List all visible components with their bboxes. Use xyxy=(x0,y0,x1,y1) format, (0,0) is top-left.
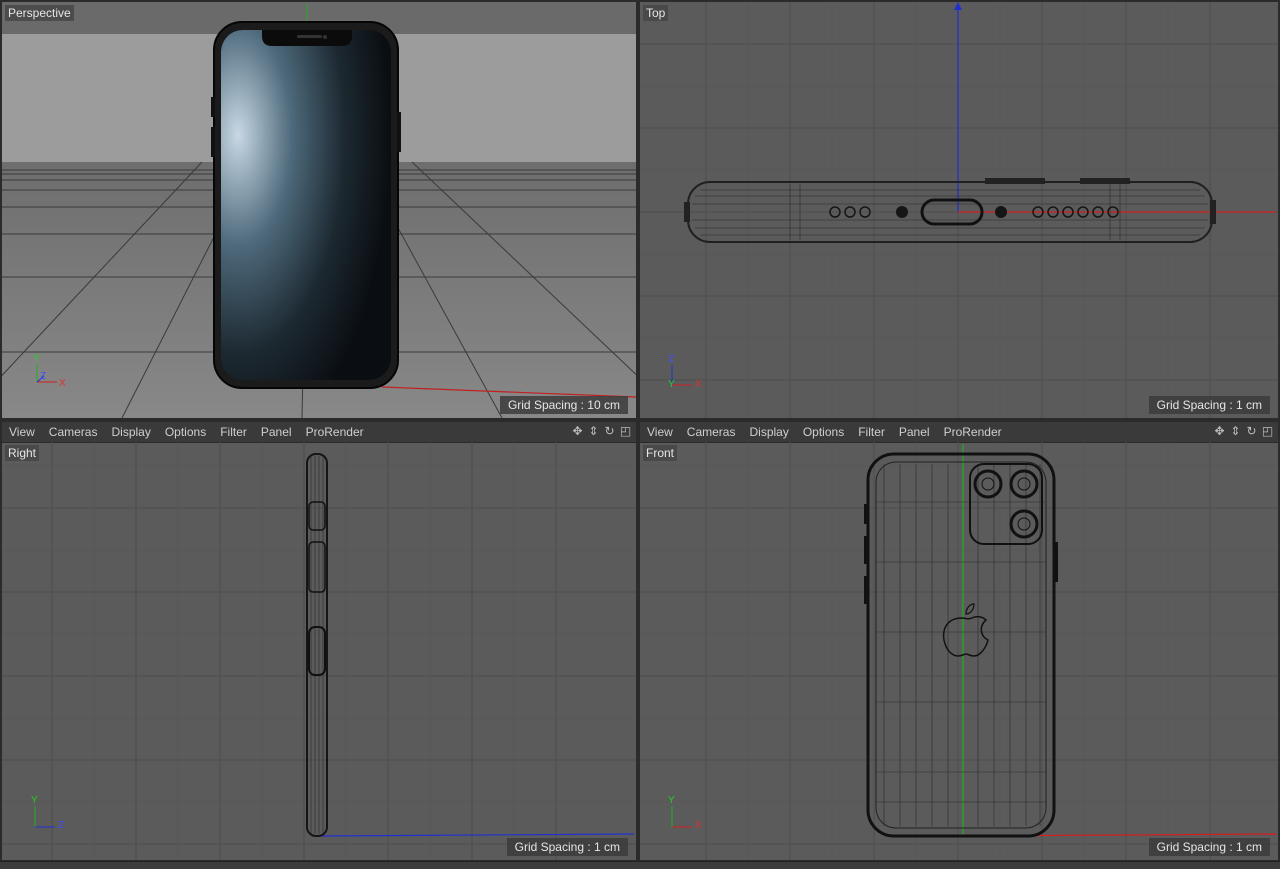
axis-label-x: X xyxy=(695,379,702,390)
grid-spacing-label: Grid Spacing : 1 cm xyxy=(506,838,628,856)
axis-label-y: Y xyxy=(31,795,38,806)
menu-cameras[interactable]: Cameras xyxy=(42,425,105,439)
axis-label-z: Z xyxy=(58,820,65,831)
maximize-icon[interactable]: ◰ xyxy=(1261,424,1274,438)
menu-options[interactable]: Options xyxy=(796,425,851,439)
grid-spacing-label: Grid Spacing : 1 cm xyxy=(1148,396,1270,414)
viewport-menubar: View Cameras Display Options Filter Pane… xyxy=(640,422,1278,443)
viewport-perspective[interactable]: Perspective Y Z X Grid Spacing : 10 cm xyxy=(2,2,636,418)
menu-panel[interactable]: Panel xyxy=(892,425,937,439)
viewport-top[interactable]: Top Z Y X Grid Spacing : 1 cm xyxy=(640,2,1278,418)
menu-filter[interactable]: Filter xyxy=(213,425,254,439)
viewport-label: Perspective xyxy=(5,5,74,21)
viewport-right[interactable]: View Cameras Display Options Filter Pane… xyxy=(2,422,636,860)
menu-prorender[interactable]: ProRender xyxy=(299,425,371,439)
menu-filter[interactable]: Filter xyxy=(851,425,892,439)
axis-label-x: X xyxy=(59,378,66,389)
axis-label-y: Y xyxy=(668,795,675,806)
axis-label-z: Z xyxy=(40,371,47,382)
viewport-label: Top xyxy=(643,5,669,21)
viewport-label: Right xyxy=(5,445,40,461)
menu-prorender[interactable]: ProRender xyxy=(937,425,1009,439)
menu-panel[interactable]: Panel xyxy=(254,425,299,439)
grid-spacing-label: Grid Spacing : 10 cm xyxy=(499,396,628,414)
nav-icons: ✥ ⇕ ↻ ◰ xyxy=(1213,424,1274,438)
right-scene xyxy=(2,442,636,860)
menu-view[interactable]: View xyxy=(2,425,42,439)
maximize-icon[interactable]: ◰ xyxy=(619,424,632,438)
menu-options[interactable]: Options xyxy=(158,425,213,439)
move-icon[interactable]: ✥ xyxy=(571,424,584,438)
perspective-scene xyxy=(2,2,636,418)
rotate-icon[interactable]: ↻ xyxy=(603,424,616,438)
menu-display[interactable]: Display xyxy=(104,425,157,439)
axis-label-y: Y xyxy=(33,353,40,364)
viewport-front[interactable]: View Cameras Display Options Filter Pane… xyxy=(640,422,1278,860)
rotate-icon[interactable]: ↻ xyxy=(1245,424,1258,438)
grid-spacing-label: Grid Spacing : 1 cm xyxy=(1148,838,1270,856)
move-icon[interactable]: ✥ xyxy=(1213,424,1226,438)
pan-icon[interactable]: ⇕ xyxy=(587,424,600,438)
menu-view[interactable]: View xyxy=(640,425,680,439)
viewport-menubar: View Cameras Display Options Filter Pane… xyxy=(2,422,636,443)
menu-display[interactable]: Display xyxy=(742,425,795,439)
axis-label-y: Y xyxy=(668,379,675,390)
axis-label-z: Z xyxy=(668,354,675,365)
viewport-label: Front xyxy=(643,445,678,461)
top-scene xyxy=(640,2,1278,418)
axis-label-x: X xyxy=(695,820,702,831)
menu-cameras[interactable]: Cameras xyxy=(680,425,743,439)
pan-icon[interactable]: ⇕ xyxy=(1229,424,1242,438)
nav-icons: ✥ ⇕ ↻ ◰ xyxy=(571,424,632,438)
front-scene xyxy=(640,442,1278,860)
